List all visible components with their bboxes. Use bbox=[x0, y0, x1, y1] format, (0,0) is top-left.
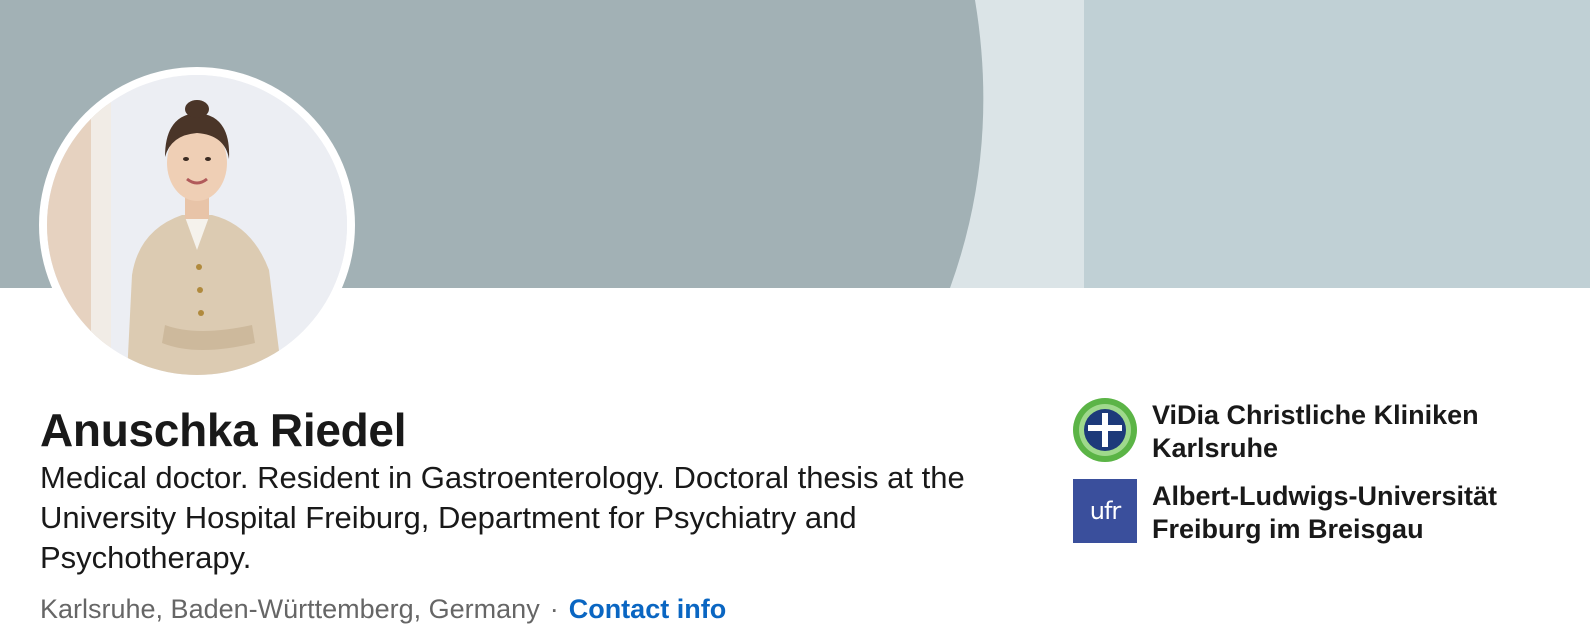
profile-location: Karlsruhe, Baden-Württemberg, Germany bbox=[40, 594, 540, 624]
org-item-freiburg[interactable]: ufr Albert-Ludwigs-Universität Freiburg … bbox=[1073, 479, 1573, 546]
ufr-logo: ufr bbox=[1073, 479, 1137, 543]
profile-card: Anuschka Riedel Medical doctor. Resident… bbox=[0, 0, 1590, 644]
profile-name: Anuschka Riedel bbox=[40, 404, 407, 456]
ufr-logo-text: ufr bbox=[1089, 497, 1122, 525]
contact-info-link[interactable]: Contact info bbox=[569, 594, 726, 624]
profile-photo[interactable] bbox=[39, 67, 355, 383]
org-item-vidia[interactable]: ViDia Christliche Kliniken Karlsruhe bbox=[1073, 398, 1573, 465]
organizations-list: ViDia Christliche Kliniken Karlsruhe ufr… bbox=[1073, 398, 1573, 560]
separator-dot: · bbox=[549, 594, 559, 624]
org-name: ViDia Christliche Kliniken Karlsruhe bbox=[1152, 400, 1479, 463]
vidia-logo-graphic bbox=[1073, 398, 1137, 462]
avatar bbox=[47, 75, 347, 375]
profile-headline: Medical doctor. Resident in Gastroentero… bbox=[40, 460, 965, 575]
org-name: Albert-Ludwigs-Universität Freiburg im B… bbox=[1152, 481, 1498, 544]
avatar-illustration bbox=[47, 75, 347, 375]
vidia-cross-logo bbox=[1073, 398, 1137, 462]
location-row: Karlsruhe, Baden-Württemberg, Germany · Co… bbox=[40, 590, 726, 628]
